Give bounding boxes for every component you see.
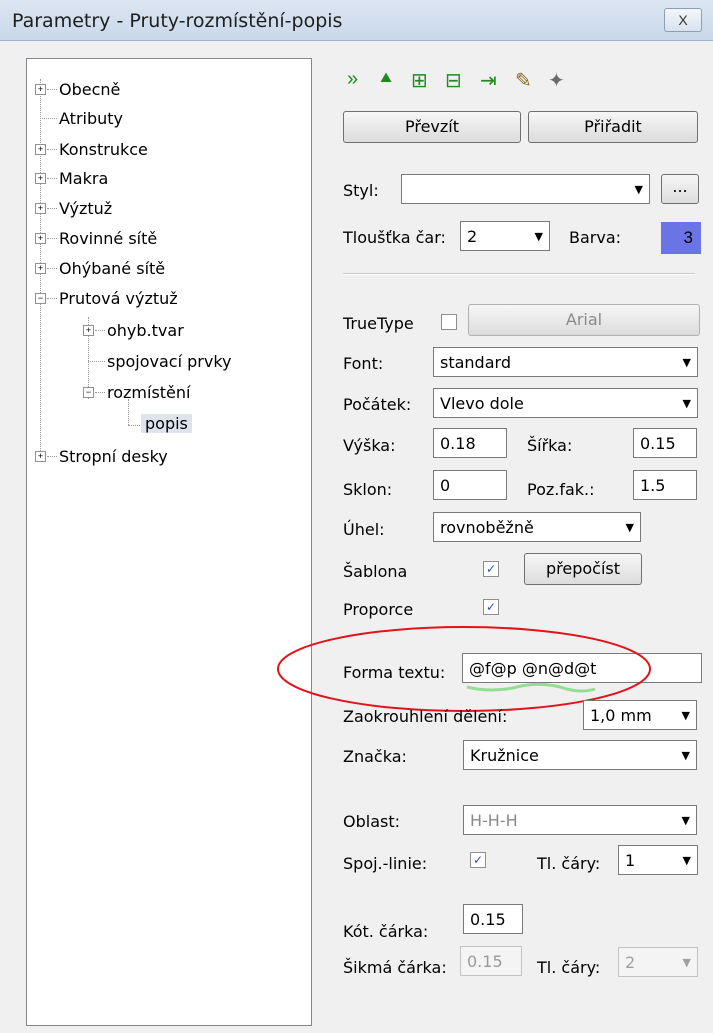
posfac-input[interactable]: 1.5 — [633, 470, 697, 500]
tree-item-konstrukce[interactable]: Konstrukce — [59, 140, 148, 159]
slant-input[interactable]: 0 — [433, 470, 507, 500]
chevron-down-icon: ▼ — [625, 521, 634, 534]
style-label: Styl: — [343, 181, 379, 200]
chevron-down-icon: ▼ — [681, 814, 690, 827]
window-title: Parametry - Pruty-rozmístění-popis — [12, 10, 343, 32]
angle-label: Úhel: — [343, 520, 385, 539]
truetype-label: TrueType — [343, 314, 414, 333]
connection-thickness-combo[interactable]: 1 ▼ — [618, 845, 698, 875]
color-label: Barva: — [569, 228, 622, 247]
chevron-down-icon: ▼ — [682, 956, 691, 969]
width-input[interactable]: 0.15 — [633, 428, 697, 458]
divider — [343, 273, 695, 275]
color-swatch[interactable]: 3 — [661, 222, 701, 254]
recalculate-button[interactable]: přepočíst — [524, 553, 642, 585]
tree-item-popis[interactable]: popis — [141, 414, 192, 433]
rounding-label: Zaokrouhlení dělení: — [343, 707, 508, 726]
take-button[interactable]: Převzít — [343, 111, 521, 143]
tree-item-ohyb-tvar[interactable]: ohyb.tvar — [107, 321, 184, 340]
tree-item-ohybane-site[interactable]: Ohýbané sítě — [59, 259, 165, 278]
posfac-label: Poz.fak.: — [527, 480, 595, 499]
tree-item-prutova-vyztuz[interactable]: Prutová výztuž — [59, 289, 178, 308]
assign-button[interactable]: Přiřadit — [528, 111, 698, 143]
chevron-down-icon: ▼ — [682, 356, 691, 369]
chevron-down-icon: ▼ — [534, 230, 543, 243]
line-thickness-combo[interactable]: 2 ▼ — [460, 221, 550, 251]
expander-icon[interactable]: + — [83, 325, 94, 336]
parameters-dialog: Parametry - Pruty-rozmístění-popis X + O… — [0, 0, 713, 1033]
expander-icon[interactable]: + — [35, 144, 46, 155]
line-thickness-label: Tloušťka čar: — [343, 228, 446, 247]
dim-tick-label: Kót. čárka: — [343, 922, 429, 941]
oblique-thickness-label: Tl. čáry: — [537, 958, 601, 977]
expander-icon[interactable]: − — [35, 293, 46, 304]
angle-combo[interactable]: rovnoběžně ▼ — [433, 512, 641, 542]
tree-item-atributy[interactable]: Atributy — [59, 109, 123, 128]
tree-item-vyztuz[interactable]: Výztuž — [59, 199, 112, 218]
expander-icon[interactable]: + — [35, 203, 46, 214]
font-button[interactable]: Arial — [468, 304, 700, 336]
font-combo[interactable]: standard ▼ — [433, 347, 698, 377]
proportion-label: Proporce — [343, 600, 414, 619]
area-label: Oblast: — [343, 812, 400, 831]
origin-label: Počátek: — [343, 395, 412, 414]
expander-icon[interactable]: + — [35, 84, 46, 95]
expander-icon[interactable]: − — [83, 387, 94, 398]
area-combo[interactable]: H-H-H ▼ — [463, 805, 697, 835]
connection-line-label: Spoj.-linie: — [343, 854, 428, 873]
expander-icon[interactable]: + — [35, 233, 46, 244]
up-arrow-icon[interactable]: ⯅ — [378, 68, 394, 91]
tree-item-rovinne-site[interactable]: Rovinné sítě — [59, 229, 157, 248]
font-label: Font: — [343, 354, 384, 373]
mark-combo[interactable]: Kružnice ▼ — [463, 740, 697, 770]
category-tree[interactable]: + Obecně Atributy + Konstrukce + Makra +… — [26, 58, 312, 1026]
grid-remove-icon[interactable]: ⊟ — [445, 68, 462, 93]
tree-item-spojovaci-prvky[interactable]: spojovací prvky — [107, 352, 231, 371]
forward-double-icon[interactable]: » — [347, 68, 358, 91]
chevron-down-icon: ▼ — [634, 183, 643, 196]
dim-tick-input[interactable]: 0.15 — [463, 904, 523, 934]
tree-item-stropni-desky[interactable]: Stropní desky — [59, 447, 168, 466]
connection-line-checkbox[interactable]: ✓ — [470, 852, 486, 868]
chevron-down-icon: ▼ — [681, 709, 690, 722]
magic-wand-icon[interactable]: ✦ — [548, 68, 565, 93]
chevron-down-icon: ▼ — [681, 749, 690, 762]
template-checkbox[interactable]: ✓ — [483, 561, 499, 577]
grid-add-icon[interactable]: ⊞ — [411, 68, 428, 93]
rounding-combo[interactable]: 1,0 mm ▼ — [583, 700, 697, 730]
expander-icon[interactable]: + — [35, 451, 46, 462]
expander-icon[interactable]: + — [35, 173, 46, 184]
close-button[interactable]: X — [664, 8, 702, 32]
proportion-checkbox[interactable]: ✓ — [483, 599, 499, 615]
template-label: Šablona — [343, 562, 408, 581]
width-label: Šířka: — [527, 436, 573, 455]
chevron-down-icon: ▼ — [682, 854, 691, 867]
slant-label: Sklon: — [343, 480, 393, 499]
chevron-down-icon: ▼ — [682, 397, 691, 410]
style-browse-button[interactable]: ... — [661, 174, 699, 204]
title-bar[interactable]: Parametry - Pruty-rozmístění-popis X — [0, 0, 713, 41]
height-label: Výška: — [343, 436, 396, 455]
oblique-tick-input[interactable]: 0.15 — [460, 946, 522, 976]
expander-icon[interactable]: + — [35, 263, 46, 274]
origin-combo[interactable]: Vlevo dole ▼ — [433, 388, 698, 418]
tree-item-obecne[interactable]: Obecně — [59, 80, 120, 99]
style-combo[interactable]: ▼ — [401, 174, 650, 204]
mark-label: Značka: — [343, 747, 407, 766]
pin-icon[interactable]: ⇥ — [480, 68, 497, 93]
tree-item-makra[interactable]: Makra — [59, 169, 108, 188]
brush-icon[interactable]: ✎ — [515, 68, 532, 93]
oblique-tick-label: Šikmá čárka: — [343, 958, 447, 977]
tree-item-rozmisteni[interactable]: rozmístění — [107, 383, 190, 402]
oblique-thickness-combo[interactable]: 2 ▼ — [618, 947, 698, 977]
height-input[interactable]: 0.18 — [433, 428, 507, 458]
truetype-checkbox[interactable] — [441, 314, 457, 330]
connection-thickness-label: Tl. čáry: — [537, 854, 601, 873]
